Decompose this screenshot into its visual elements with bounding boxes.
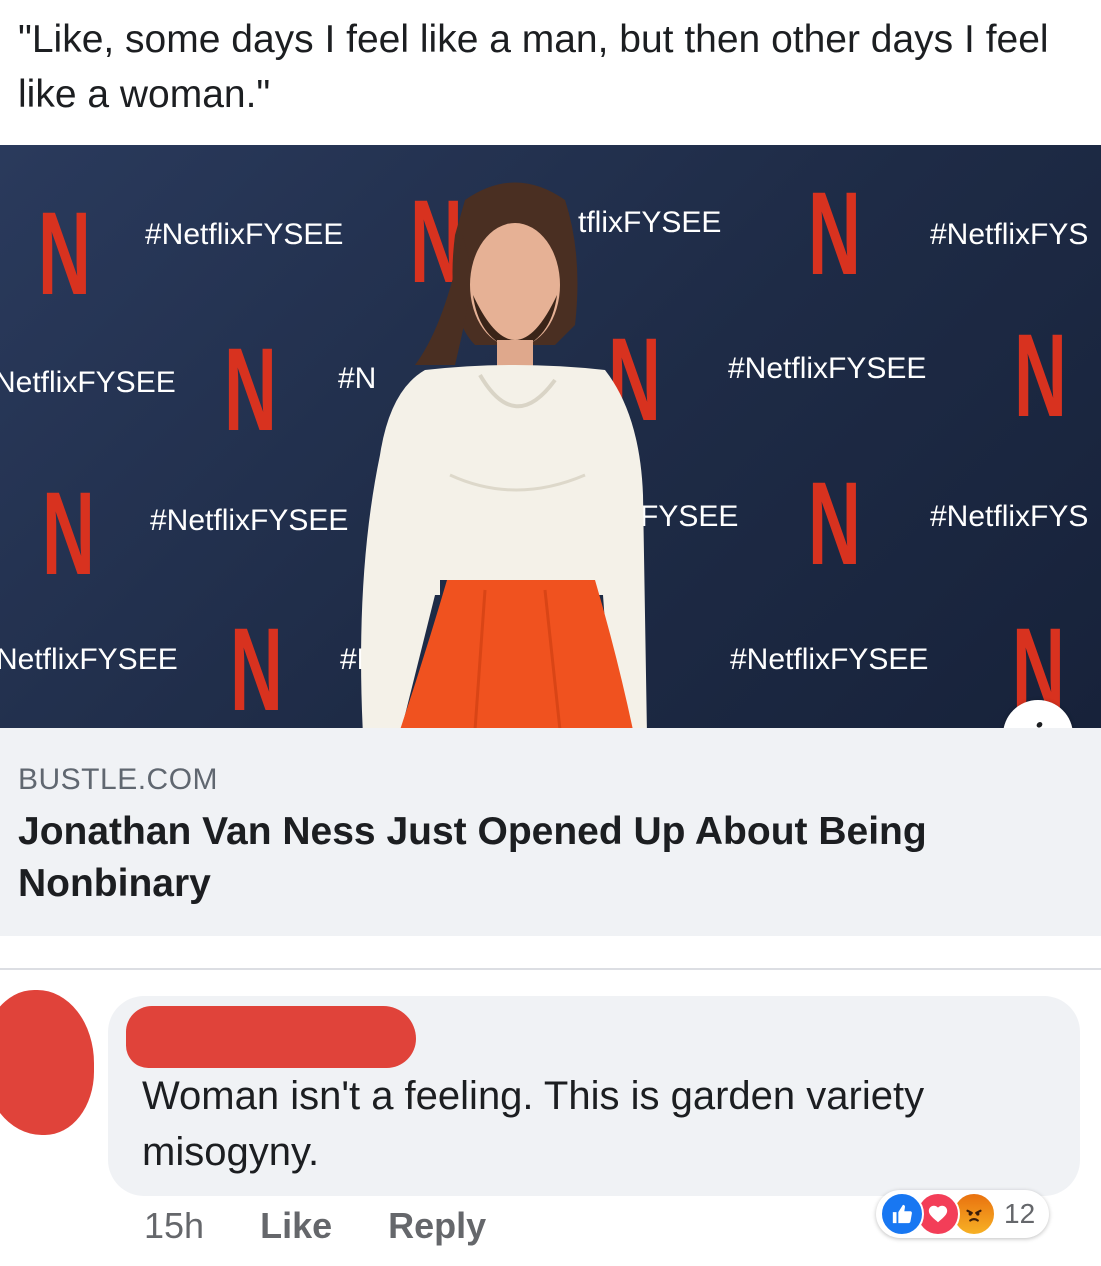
link-headline[interactable]: Jonathan Van Ness Just Opened Up About B… [18,806,1058,910]
hashtag-text: #NetflixFYSEE [150,504,349,537]
reaction-count: 12 [1004,1198,1036,1229]
hashtag-text: NetflixFYSEE [0,643,178,676]
post-text: "Like, some days I feel like a man, but … [18,18,1049,116]
netflix-logo: N [808,458,861,590]
reactions-summary[interactable]: 12 [876,1190,1050,1238]
netflix-logo: N [808,168,861,300]
hashtag-text: #NetflixFYSEE [728,352,927,385]
hashtag-text: #NetflixFYSEE [145,218,344,251]
hashtag-text: #NetflixFYSEE [730,643,929,676]
hashtag-text: #NetflixFYS [930,218,1089,251]
link-preview-image[interactable]: N N N N N N N N N N #NetflixFYSEE tflixF… [0,145,1101,728]
link-preview-meta[interactable]: BUSTLE.COM Jonathan Van Ness Just Opened… [0,728,1101,936]
comment-text: Woman isn't a feeling. This is garden va… [142,1074,925,1174]
netflix-logo: N [230,604,283,728]
avatar[interactable] [0,990,94,1135]
netflix-logo: N [1014,310,1067,442]
netflix-logo: N [38,188,91,320]
like-button[interactable]: Like [260,1205,332,1247]
comment-bubble: Woman isn't a feeling. This is garden va… [108,996,1080,1196]
link-domain: BUSTLE.COM [18,763,219,796]
divider [0,968,1101,970]
redacted-name[interactable] [126,1006,416,1068]
person-photo [361,182,647,728]
comment-timestamp[interactable]: 15h [144,1205,204,1247]
comment-actions: 15h Like Reply [144,1200,542,1252]
like-icon [880,1192,924,1236]
netflix-logo: N [42,468,95,600]
netflix-logo: N [224,324,277,456]
hashtag-text: #NetflixFYS [930,500,1089,533]
reply-button[interactable]: Reply [388,1205,486,1247]
hashtag-text: NetflixFYSEE [0,366,176,399]
